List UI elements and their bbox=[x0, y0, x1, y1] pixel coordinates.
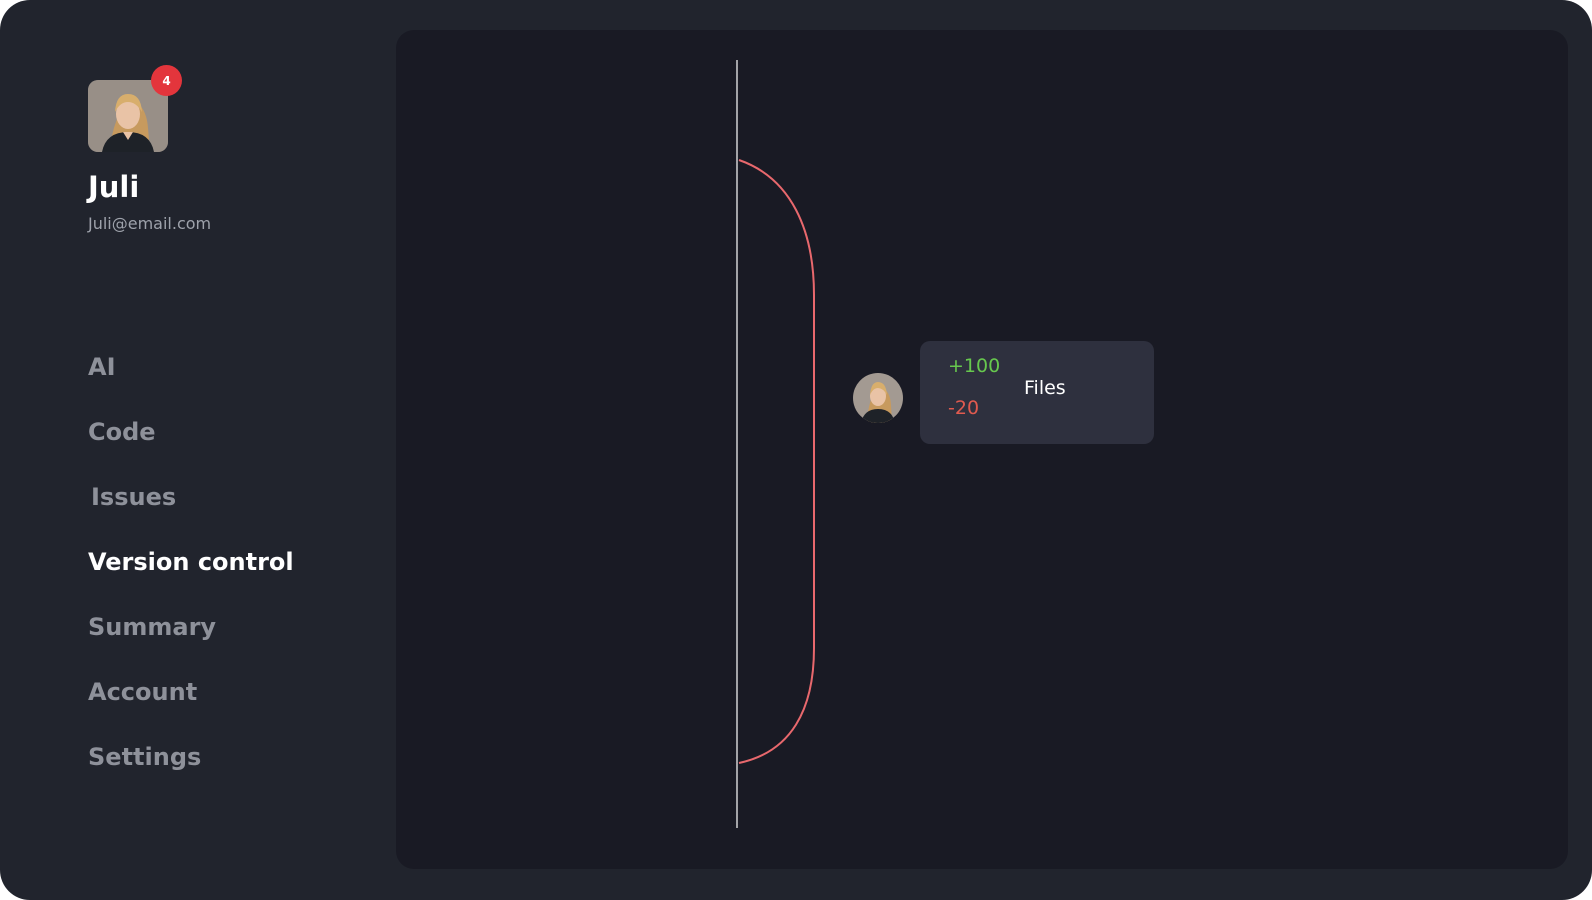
sidebar-nav: AI Code Issues Version control Summary A… bbox=[88, 352, 294, 807]
user-portrait-icon bbox=[853, 373, 903, 423]
additions-count: +100 bbox=[948, 355, 1001, 377]
sidebar-item-account[interactable]: Account bbox=[88, 677, 294, 742]
user-email: Juli@email.com bbox=[88, 214, 212, 233]
feature-branch-line bbox=[738, 159, 815, 764]
commit-author-avatar[interactable] bbox=[853, 373, 903, 423]
sidebar-item-issues[interactable]: Issues bbox=[88, 482, 294, 547]
notification-badge[interactable]: 4 bbox=[151, 65, 182, 96]
profile-card: 4 bbox=[88, 65, 182, 152]
commit-card[interactable]: +100 -20 Files bbox=[920, 341, 1154, 444]
app-window: 4 Juli Juli@email.com AI Code Issues Ver… bbox=[0, 0, 1592, 900]
sidebar-item-ai[interactable]: AI bbox=[88, 352, 294, 417]
branch-graph bbox=[736, 60, 815, 828]
sidebar-item-summary[interactable]: Summary bbox=[88, 612, 294, 677]
sidebar-item-settings[interactable]: Settings bbox=[88, 742, 294, 807]
user-name: Juli bbox=[88, 170, 140, 204]
sidebar-item-code[interactable]: Code bbox=[88, 417, 294, 482]
sidebar-item-version-control[interactable]: Version control bbox=[88, 547, 294, 612]
version-control-panel: +100 -20 Files bbox=[396, 30, 1568, 869]
files-label: Files bbox=[1024, 377, 1066, 399]
deletions-count: -20 bbox=[948, 397, 980, 419]
